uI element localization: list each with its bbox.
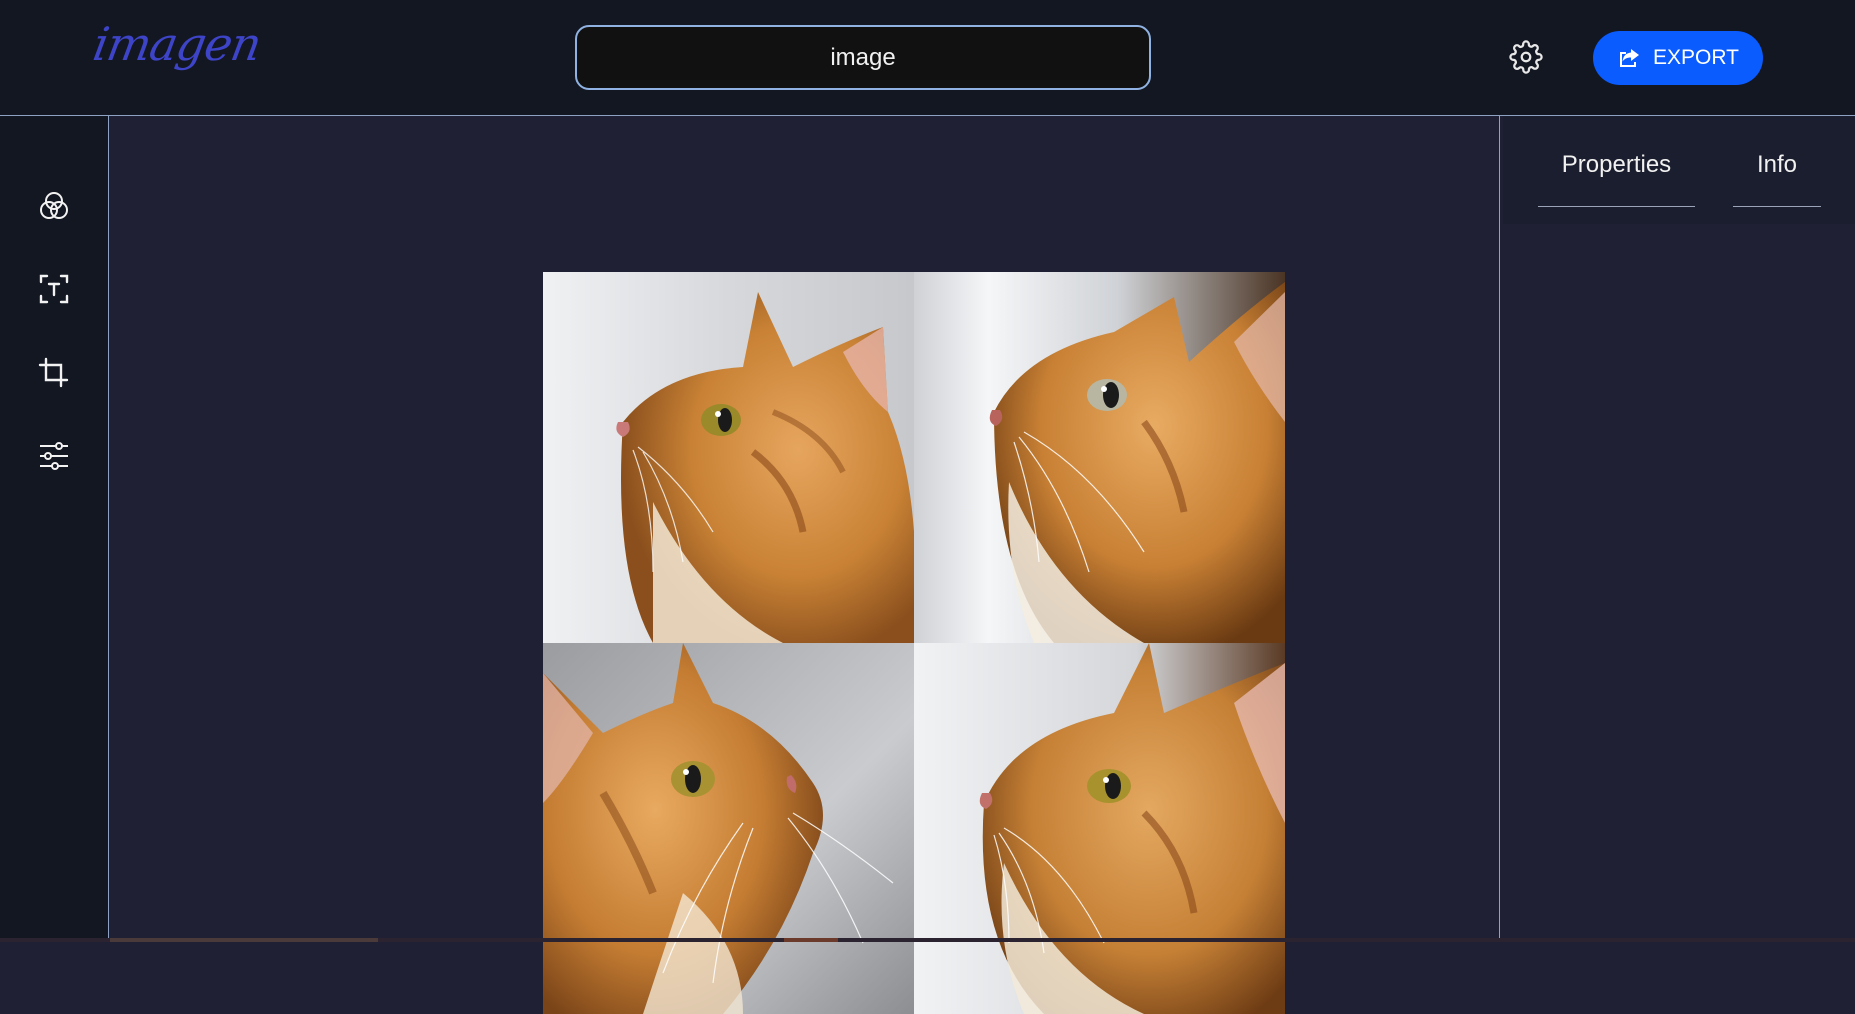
tab-properties-label: Properties [1561,151,1672,178]
text-tool-button[interactable] [34,269,74,309]
adjust-tool-button[interactable] [34,436,74,476]
gear-icon [1509,40,1543,74]
right-panel: Properties Info [1499,116,1855,942]
settings-button[interactable] [1507,38,1545,76]
crop-tool-button[interactable] [34,353,74,393]
tab-info-label: Info [1756,151,1798,178]
color-circles-icon [40,192,68,219]
tab-properties[interactable]: Properties [1538,151,1695,207]
crop-icon [38,357,69,388]
title-input[interactable] [575,25,1151,90]
kitten-image-3[interactable] [543,643,914,1014]
export-button[interactable]: EXPORT [1593,31,1763,85]
sliders-icon [40,442,68,470]
tool-sidebar [0,116,109,942]
tab-info[interactable]: Info [1733,151,1821,207]
panel-tabs: Properties Info [1503,116,1855,224]
kitten-image-2[interactable] [914,272,1285,643]
image-grid[interactable] [543,272,1285,1014]
kitten-image-1[interactable] [543,272,914,643]
top-bar: imagen EXPORT [0,0,1855,116]
app-logo[interactable]: imagen [89,14,266,74]
bottom-strip [0,938,1855,942]
export-label: EXPORT [1653,46,1739,69]
editor-canvas[interactable] [110,116,1499,1014]
share-export-icon [1620,49,1640,67]
filters-tool-button[interactable] [34,186,74,226]
kitten-image-4[interactable] [914,643,1285,1014]
text-select-icon [39,274,69,304]
